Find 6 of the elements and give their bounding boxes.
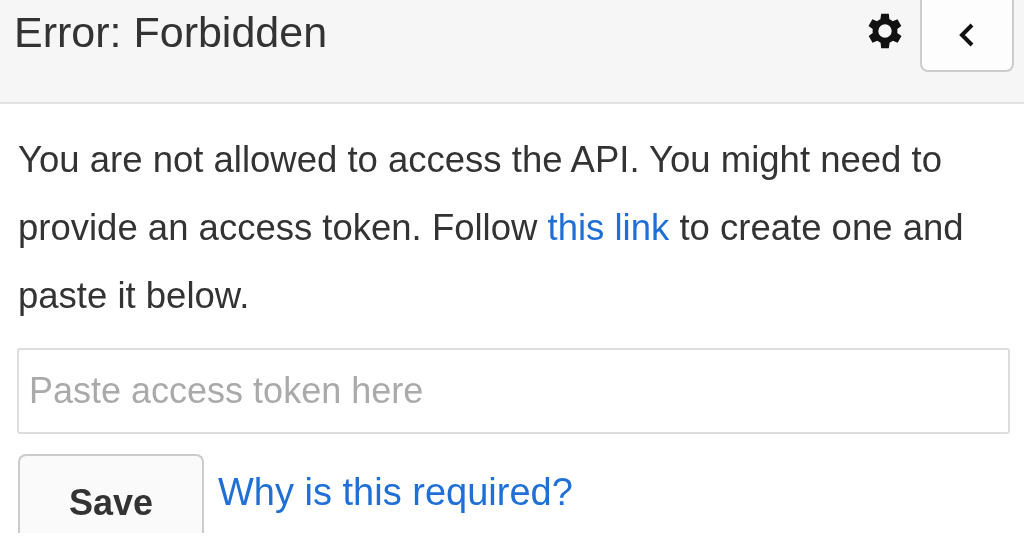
access-token-field[interactable]: Paste access token here: [17, 348, 1010, 434]
help-link[interactable]: Why is this required?: [218, 464, 573, 521]
error-message: You are not allowed to access the API. You might need to provide an access token. Follow this link to create one and paste it below.: [18, 138, 965, 318]
window-title: Error: Forbidden: [14, 7, 329, 58]
save-button[interactable]: Save: [18, 454, 204, 533]
access-token-link[interactable]: this link: [547, 207, 670, 248]
